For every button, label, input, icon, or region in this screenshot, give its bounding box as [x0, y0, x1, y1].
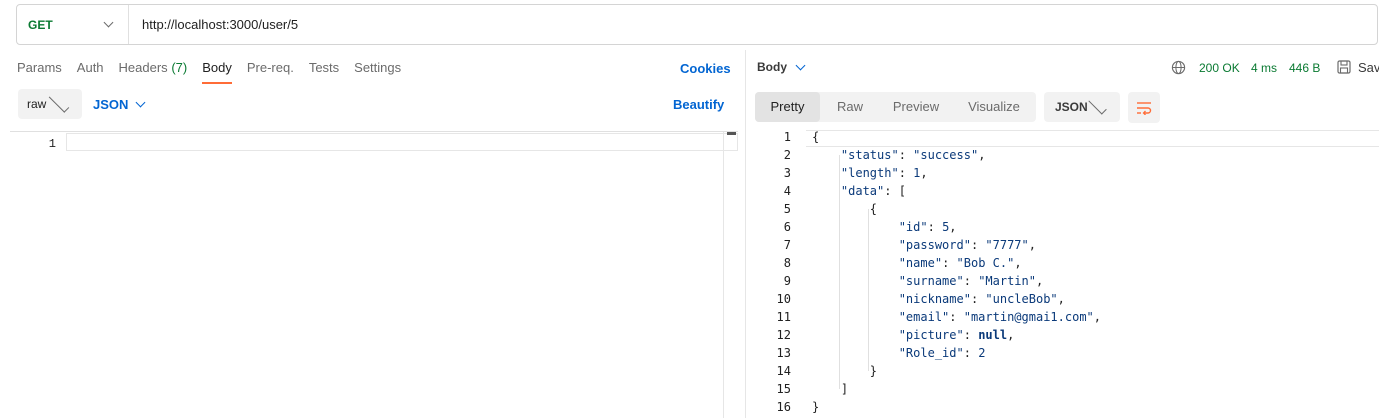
chevron-down-icon — [48, 91, 70, 113]
code-line: 5 { — [746, 200, 1379, 218]
headers-count: (7) — [171, 60, 188, 75]
response-view-tabs: Pretty Raw Preview Visualize — [755, 92, 1036, 122]
editor-active-line[interactable] — [66, 133, 738, 151]
tab-pretty[interactable]: Pretty — [755, 92, 820, 122]
code-text: ] — [812, 382, 849, 396]
code-text: "picture": null, — [898, 328, 1015, 342]
body-mode-select[interactable]: raw — [18, 89, 82, 119]
editor-gutter: 1 — [10, 132, 66, 418]
tab-params[interactable]: Params — [17, 58, 62, 84]
url-input[interactable] — [129, 5, 1377, 44]
code-text: "name": "Bob C.", — [898, 256, 1022, 270]
response-format-select[interactable]: JSON — [1044, 92, 1120, 122]
tab-headers[interactable]: Headers (7) — [119, 58, 188, 84]
code-text: "email": "martin@gmai1.com", — [898, 310, 1102, 324]
request-body-editor[interactable]: 1 — [10, 131, 738, 418]
code-line: 2 "status": "success", — [746, 146, 1379, 164]
response-format-label: JSON — [1055, 100, 1088, 114]
chevron-down-icon — [1088, 95, 1107, 115]
code-line: 16} — [746, 398, 1379, 416]
code-line: 3 "length": 1, — [746, 164, 1379, 182]
code-line: 14 } — [746, 362, 1379, 380]
tab-headers-label: Headers — [118, 60, 168, 75]
code-line: 1{ — [746, 128, 1379, 146]
chevron-down-icon — [103, 17, 114, 28]
code-text: "length": 1, — [840, 166, 928, 180]
code-text: "Role_id": 2 — [898, 346, 986, 360]
body-format-label: JSON — [93, 96, 129, 112]
code-line: 6 "id": 5, — [746, 218, 1379, 236]
tab-prereq[interactable]: Pre-req. — [247, 58, 294, 84]
save-icon[interactable] — [1337, 60, 1351, 74]
code-text: } — [812, 364, 878, 378]
line-number: 6 — [783, 220, 791, 234]
line-number: 10 — [776, 292, 791, 306]
response-time[interactable]: 4 ms — [1251, 61, 1277, 75]
line-number: 8 — [783, 256, 791, 270]
code-text: "surname": "Martin", — [898, 274, 1044, 288]
line-number: 7 — [783, 238, 791, 252]
code-text: { — [812, 202, 878, 216]
code-text: } — [812, 400, 820, 414]
scrollbar-thumb[interactable] — [727, 132, 736, 135]
code-text: "status": "success", — [840, 148, 986, 162]
tab-tests[interactable]: Tests — [309, 58, 339, 84]
chevron-down-icon — [135, 97, 146, 107]
line-number: 5 — [783, 202, 791, 216]
line-number: 11 — [776, 310, 791, 324]
line-number: 1 — [48, 137, 56, 151]
request-tabs: Params Auth Headers (7) Body Pre-req. Te… — [17, 58, 416, 84]
tab-auth[interactable]: Auth — [77, 58, 104, 84]
line-number: 12 — [776, 328, 791, 342]
body-format-select[interactable]: JSON — [93, 89, 153, 119]
status-code[interactable]: 200 OK — [1199, 61, 1240, 75]
tab-visualize[interactable]: Visualize — [952, 92, 1036, 122]
code-line: 4 "data": [ — [746, 182, 1379, 200]
line-number: 3 — [783, 166, 791, 180]
code-text: "nickname": "uncleBob", — [898, 292, 1065, 306]
response-body-label: Body — [757, 60, 787, 74]
code-text: "data": [ — [840, 184, 906, 198]
line-number: 9 — [783, 274, 791, 288]
method-label: GET — [28, 17, 53, 32]
tab-preview[interactable]: Preview — [880, 92, 952, 122]
save-response-button[interactable]: Sav — [1358, 60, 1379, 75]
chevron-down-icon — [795, 60, 806, 70]
code-line: 15 ] — [746, 380, 1379, 398]
response-body-select[interactable]: Body — [757, 60, 814, 74]
editor-scrollbar[interactable] — [723, 132, 738, 418]
line-number: 4 — [783, 184, 791, 198]
method-select[interactable]: GET — [17, 5, 129, 44]
code-text: { — [812, 130, 820, 144]
code-line: 7 "password": "7777", — [746, 236, 1379, 254]
wrap-lines-button[interactable] — [1128, 92, 1160, 123]
cookies-link[interactable]: Cookies — [680, 61, 731, 76]
line-number: 14 — [776, 364, 791, 378]
beautify-button[interactable]: Beautify — [673, 97, 724, 112]
url-bar: GET — [16, 4, 1378, 45]
code-line: 11 "email": "martin@gmai1.com", — [746, 308, 1379, 326]
code-line: 12 "picture": null, — [746, 326, 1379, 344]
wrap-lines-icon — [1137, 101, 1152, 115]
line-number: 2 — [783, 148, 791, 162]
body-mode-label: raw — [27, 97, 47, 111]
code-text: "password": "7777", — [898, 238, 1036, 252]
code-line: 13 "Role_id": 2 — [746, 344, 1379, 362]
code-line: 10 "nickname": "uncleBob", — [746, 290, 1379, 308]
globe-icon[interactable] — [1171, 60, 1186, 75]
code-line: 9 "surname": "Martin", — [746, 272, 1379, 290]
line-number: 16 — [776, 400, 791, 414]
code-line: 8 "name": "Bob C.", — [746, 254, 1379, 272]
line-number: 1 — [783, 130, 791, 144]
response-size[interactable]: 446 B — [1289, 61, 1320, 75]
line-number: 15 — [776, 382, 791, 396]
code-text: "id": 5, — [898, 220, 957, 234]
tab-settings[interactable]: Settings — [354, 58, 401, 84]
line-number: 13 — [776, 346, 791, 360]
tab-body[interactable]: Body — [202, 58, 232, 84]
tab-raw[interactable]: Raw — [820, 92, 880, 122]
response-body-viewer[interactable]: 1{2 "status": "success", 3 "length": 1, 4 … — [746, 128, 1379, 418]
